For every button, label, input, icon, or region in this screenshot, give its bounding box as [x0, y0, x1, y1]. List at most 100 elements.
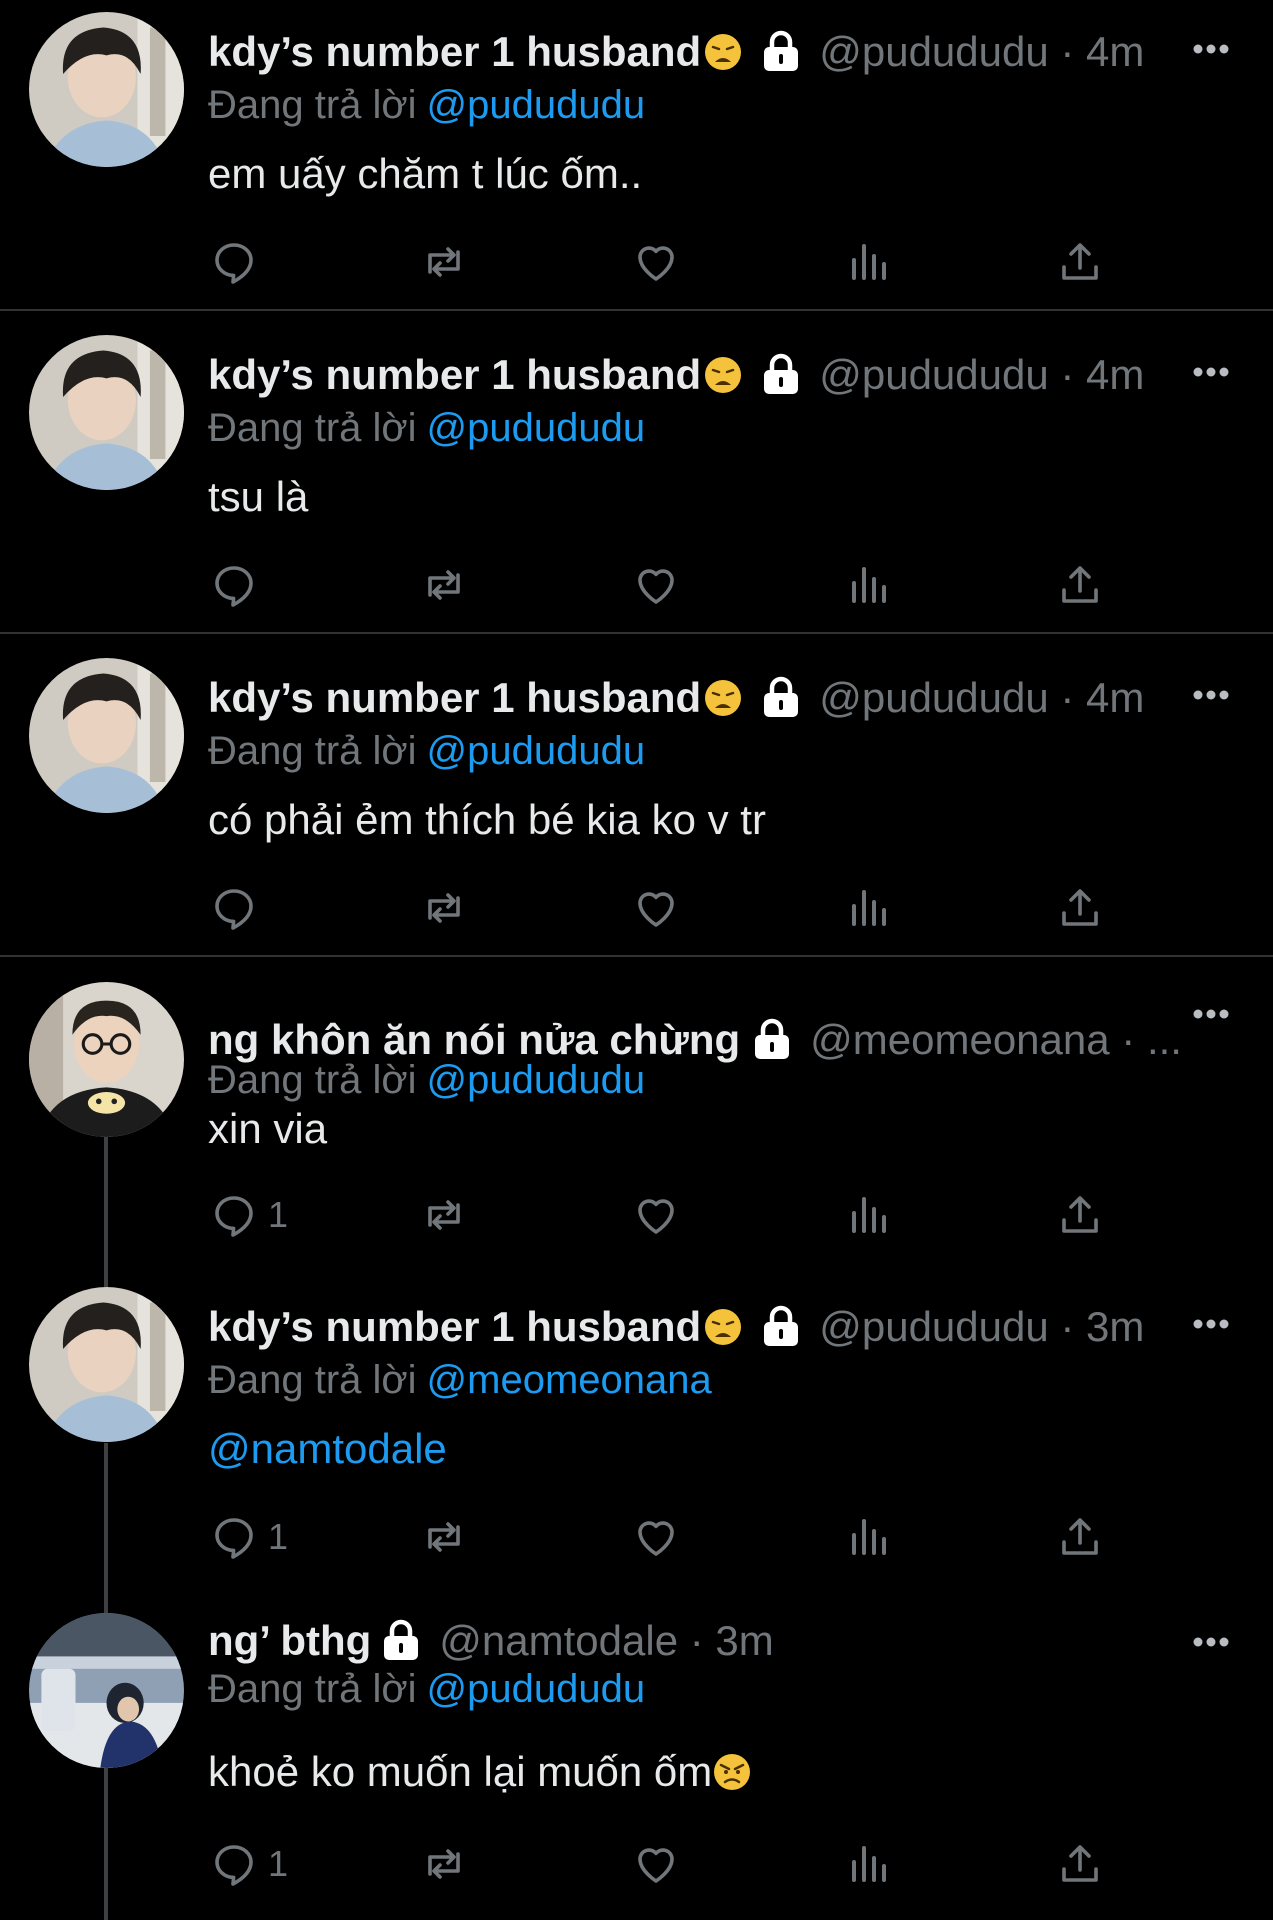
replying-to: Đang trả lời @pudududu — [208, 83, 645, 128]
like-button[interactable] — [632, 232, 680, 292]
views-button[interactable] — [844, 1834, 892, 1894]
heart-icon — [638, 892, 674, 927]
replying-to-mention[interactable]: @meomeonana — [427, 1358, 712, 1402]
reply-button[interactable] — [210, 232, 268, 292]
views-button[interactable] — [844, 1507, 892, 1567]
retweet-button[interactable] — [420, 555, 468, 615]
replying-to-label: Đang trả lời — [208, 1358, 417, 1402]
more-options-icon[interactable] — [1192, 1318, 1230, 1330]
bar-chart-icon — [852, 1197, 886, 1233]
avatar[interactable] — [29, 982, 184, 1137]
bar-chart-icon — [852, 890, 886, 926]
replying-to-label: Đang trả lời — [208, 406, 417, 450]
retweet-icon — [428, 247, 460, 277]
share-button[interactable] — [1056, 1834, 1104, 1894]
retweet-button[interactable] — [420, 1185, 468, 1245]
replying-to-mention[interactable]: @pudududu — [427, 729, 646, 773]
reply-button[interactable] — [210, 878, 268, 938]
display-name[interactable]: kdy’s number 1 husband — [208, 28, 701, 76]
reply-icon — [215, 1518, 253, 1559]
tweet[interactable]: kdy’s number 1 husband @pudududu · 4m Đa… — [0, 322, 1273, 632]
more-options-icon[interactable] — [1192, 689, 1230, 701]
tweet[interactable]: kdy’s number 1 husband @pudududu · 3m Đa… — [0, 1275, 1273, 1585]
retweet-button[interactable] — [420, 878, 468, 938]
handle-and-time: @pudududu · 4m — [819, 28, 1145, 75]
more-options-icon[interactable] — [1192, 366, 1230, 378]
avatar[interactable] — [29, 335, 184, 490]
reply-icon — [215, 1845, 253, 1886]
replying-to-label: Đang trả lời — [208, 1667, 417, 1711]
share-button[interactable] — [1056, 1507, 1104, 1567]
views-button[interactable] — [844, 232, 892, 292]
bar-chart-icon — [852, 1519, 886, 1555]
replying-to: Đang trả lời @pudududu — [208, 729, 645, 774]
tweet-text-mention[interactable]: @namtodale — [208, 1425, 447, 1473]
tweet[interactable]: ng khôn ăn nói nửa chừng @meomeonana · .… — [0, 968, 1273, 1268]
tweet[interactable]: kdy’s number 1 husband @pudududu · 4m Đa… — [0, 0, 1273, 310]
tweet-actions — [208, 555, 1208, 615]
heart-icon — [638, 569, 674, 604]
tweet-header: kdy’s number 1 husband @pudududu · 4m — [208, 22, 1144, 82]
share-button[interactable] — [1056, 878, 1104, 938]
reply-count: 1 — [268, 1194, 289, 1235]
replying-to-label: Đang trả lời — [208, 1058, 417, 1102]
share-button[interactable] — [1056, 1185, 1104, 1245]
retweet-icon — [428, 1200, 460, 1230]
like-button[interactable] — [632, 878, 680, 938]
tweet[interactable]: ng’ bthg @namtodale · 3m Đang trả lời @pu… — [0, 1600, 1273, 1920]
views-button[interactable] — [844, 1185, 892, 1245]
avatar[interactable] — [29, 1613, 184, 1768]
retweet-button[interactable] — [420, 232, 468, 292]
heart-icon — [638, 246, 674, 281]
reply-button[interactable]: 1 — [210, 1185, 288, 1245]
replying-to-mention[interactable]: @pudududu — [427, 1667, 646, 1711]
share-icon — [1062, 1518, 1098, 1555]
avatar[interactable] — [29, 1287, 184, 1442]
display-name[interactable]: ng’ bthg — [208, 1617, 371, 1665]
views-button[interactable] — [844, 555, 892, 615]
display-name[interactable]: ng khôn ăn nói nửa chừng — [208, 1016, 740, 1064]
reply-button[interactable]: 1 — [210, 1507, 288, 1567]
divider — [0, 309, 1273, 311]
retweet-button[interactable] — [420, 1507, 468, 1567]
avatar[interactable] — [29, 12, 184, 167]
retweet-icon — [428, 570, 460, 600]
tweet-text: tsu là — [208, 473, 309, 520]
display-name[interactable]: kdy’s number 1 husband — [208, 1303, 701, 1351]
like-button[interactable] — [632, 1185, 680, 1245]
share-icon — [1062, 1196, 1098, 1233]
like-button[interactable] — [632, 1507, 680, 1567]
like-button[interactable] — [632, 555, 680, 615]
share-button[interactable] — [1056, 555, 1104, 615]
views-button[interactable] — [844, 878, 892, 938]
handle-and-time: @meomeonana · ... — [810, 1016, 1182, 1063]
more-options-icon[interactable] — [1192, 1636, 1230, 1648]
reply-icon — [215, 243, 253, 284]
avatar-man-bangs-icon — [29, 335, 184, 490]
heart-icon — [638, 1521, 674, 1556]
tweet[interactable]: kdy’s number 1 husband @pudududu · 4m Đa… — [0, 645, 1273, 955]
avatar[interactable] — [29, 658, 184, 813]
replying-to-mention[interactable]: @pudududu — [427, 1058, 646, 1102]
like-button[interactable] — [632, 1834, 680, 1894]
retweet-button[interactable] — [420, 1834, 468, 1894]
replying-to-mention[interactable]: @pudududu — [427, 406, 646, 450]
bar-chart-icon — [852, 1846, 886, 1882]
replying-to-mention[interactable]: @pudududu — [427, 83, 646, 127]
reply-button[interactable] — [210, 555, 268, 615]
avatar-man-bangs-icon — [29, 12, 184, 167]
share-icon — [1062, 566, 1098, 603]
tweet-text: xin via — [208, 1105, 328, 1152]
display-name[interactable]: kdy’s number 1 husband — [208, 674, 701, 722]
tired-face-emoji — [705, 680, 742, 716]
replying-to-label: Đang trả lời — [208, 729, 417, 773]
tired-face-emoji — [705, 357, 742, 393]
more-options-icon[interactable] — [1192, 43, 1230, 55]
display-name[interactable]: kdy’s number 1 husband — [208, 351, 701, 399]
share-icon — [1062, 1845, 1098, 1882]
share-button[interactable] — [1056, 232, 1104, 292]
reply-button[interactable]: 1 — [210, 1834, 288, 1894]
reply-count: 1 — [268, 1843, 289, 1884]
angry-face-emoji — [714, 1754, 751, 1790]
more-options-icon[interactable] — [1192, 1008, 1230, 1020]
